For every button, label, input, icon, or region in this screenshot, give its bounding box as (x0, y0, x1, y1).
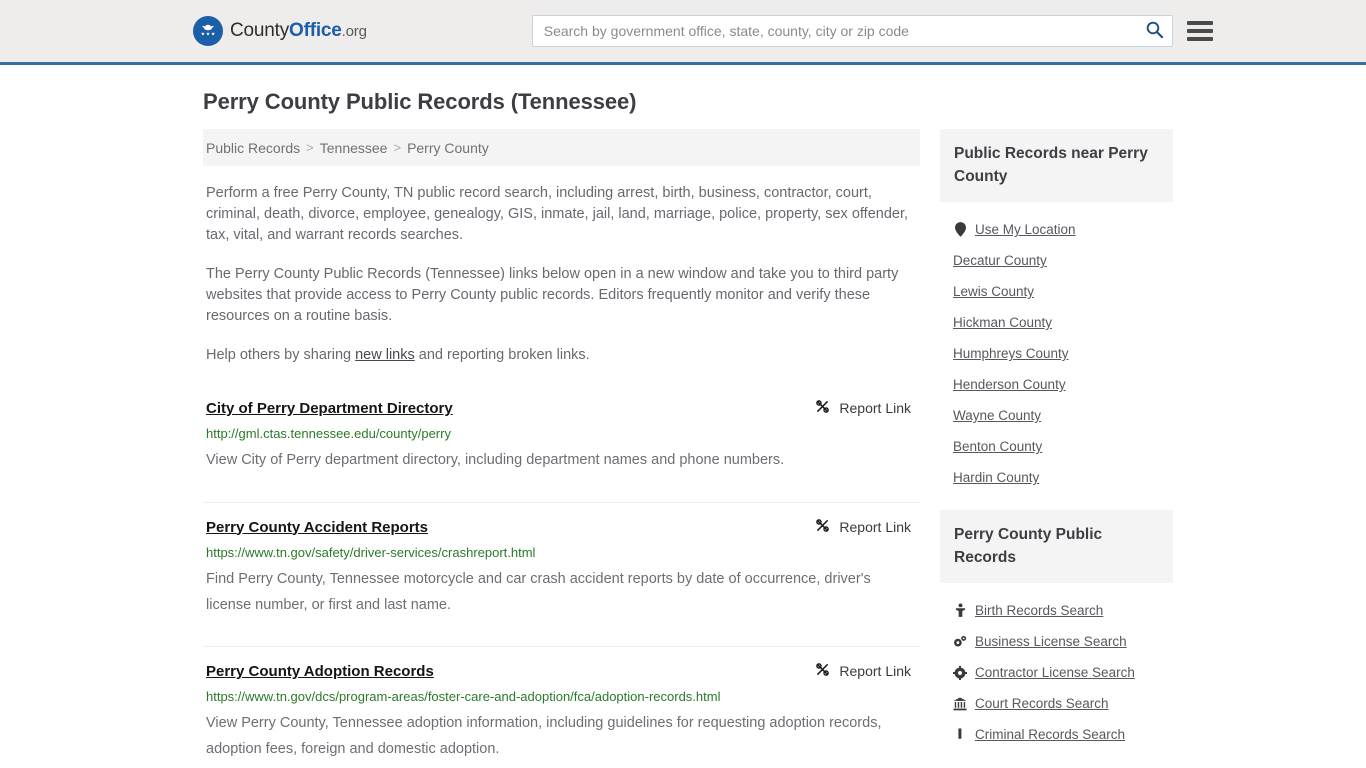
location-pin-icon (953, 222, 967, 237)
gears-icon (953, 635, 967, 649)
sidebar-item-decatur-county[interactable]: Decatur County (953, 253, 1173, 268)
page-body: Perry County Public Records (Tennessee) … (0, 89, 1366, 768)
search-input[interactable] (531, 15, 1173, 47)
listing-item: Perry County Accident Reports Report Lin… (203, 501, 920, 647)
listing-description: Find Perry County, Tennessee motorcycle … (206, 570, 871, 613)
intro-paragraph-2: The Perry County Public Records (Tenness… (206, 266, 899, 324)
listing-url-link[interactable]: http://gml.ctas.tennessee.edu/county/per… (206, 426, 920, 442)
logo-text-office: Office (289, 20, 342, 41)
hamburger-menu-icon-bar (1186, 21, 1213, 25)
logo-text-county: County (230, 20, 290, 41)
search-button[interactable] (1141, 18, 1169, 44)
search-icon (1145, 20, 1164, 42)
page-title: Perry County Public Records (Tennessee) (203, 89, 637, 114)
sidebar-item-label: Decatur County (953, 253, 1047, 268)
nearby-records-card: Public Records near Perry County Use My … (940, 129, 1173, 485)
sidebar: Public Records near Perry County Use My … (940, 129, 1173, 768)
listing-item: Perry County Adoption Records Report Lin… (203, 646, 920, 768)
sidebar-item-label: Hickman County (953, 315, 1053, 330)
listing-url-link[interactable]: https://www.tn.gov/safety/driver-service… (206, 545, 920, 561)
sidebar-item-label: Contractor License Search (975, 665, 1135, 680)
listing-title-link[interactable]: City of Perry Department Directory (206, 400, 453, 418)
county-records-heading: Perry County Public Records (940, 510, 1173, 583)
sidebar-item-humphreys-county[interactable]: Humphreys County (953, 346, 1173, 361)
hamburger-menu-icon-bar (1186, 29, 1213, 33)
breadcrumb: Public Records > Tennessee > Perry Count… (203, 129, 920, 166)
listing-url-link[interactable]: https://www.tn.gov/dcs/program-areas/fos… (206, 689, 920, 705)
sidebar-item-label: Criminal Records Search (975, 727, 1126, 742)
sidebar-item-label: Wayne County (953, 408, 1042, 423)
report-link-button[interactable]: Report Link (815, 399, 920, 417)
sidebar-item-label: Business License Search (975, 634, 1127, 649)
sidebar-item-label: Henderson County (953, 377, 1066, 392)
sidebar-item-contractor-license-search[interactable]: Contractor License Search (953, 665, 1173, 680)
sidebar-item-wayne-county[interactable]: Wayne County (953, 408, 1173, 423)
sidebar-item-label: Birth Records Search (975, 603, 1104, 618)
listing-item: City of Perry Department Directory Repor… (203, 388, 920, 502)
listing-description: View City of Perry department directory,… (206, 452, 785, 468)
report-link-button[interactable]: Report Link (815, 518, 920, 536)
site-logo-text: CountyOffice.org (230, 20, 367, 42)
records-link-list: City of Perry Department Directory Repor… (203, 388, 920, 768)
hamburger-menu-button[interactable] (1186, 17, 1215, 45)
report-link-label: Report Link (839, 518, 911, 535)
site-logo[interactable]: CountyOffice.org (193, 16, 367, 46)
help-suffix-text: and reporting broken links. (414, 347, 590, 363)
breadcrumb-separator: > (393, 140, 402, 155)
report-link-label: Report Link (839, 400, 911, 416)
logo-text-org: .org (341, 23, 367, 40)
listing-title-link[interactable]: Perry County Accident Reports (206, 519, 428, 537)
sidebar-item-hardin-county[interactable]: Hardin County (953, 470, 1173, 485)
breadcrumb-item-perry-county: Perry County (407, 139, 489, 156)
sidebar-item-hickman-county[interactable]: Hickman County (953, 315, 1173, 330)
gear-icon (953, 665, 967, 680)
new-links-link[interactable]: new links (355, 347, 415, 363)
sidebar-item-henderson-county[interactable]: Henderson County (953, 377, 1173, 392)
sidebar-item-label: Lewis County (953, 284, 1035, 299)
listing-title-link[interactable]: Perry County Adoption Records (206, 663, 434, 681)
sidebar-item-label: Court Records Search (975, 696, 1109, 711)
site-header: CountyOffice.org (0, 0, 1366, 65)
sidebar-item-lewis-county[interactable]: Lewis County (953, 284, 1173, 299)
baby-icon (953, 603, 967, 618)
breadcrumb-item-tennessee[interactable]: Tennessee (320, 140, 388, 156)
sidebar-item-benton-county[interactable]: Benton County (953, 439, 1173, 454)
sidebar-item-court-records-search[interactable]: Court Records Search (953, 696, 1173, 711)
search-bar (531, 15, 1173, 47)
gavel-icon (953, 727, 967, 742)
help-others-line: Help others by sharing new links and rep… (206, 345, 920, 366)
sidebar-item-business-license-search[interactable]: Business License Search (953, 634, 1173, 649)
unlink-icon (815, 662, 830, 680)
report-link-label: Report Link (839, 663, 911, 679)
eagle-shield-logo-icon (193, 16, 223, 46)
hamburger-menu-icon-bar (1186, 37, 1213, 41)
sidebar-item-label: Benton County (953, 439, 1043, 454)
breadcrumb-item-public-records[interactable]: Public Records (206, 140, 300, 156)
unlink-icon (815, 518, 830, 536)
report-link-button[interactable]: Report Link (815, 662, 920, 680)
breadcrumb-separator: > (306, 140, 314, 155)
sidebar-item-label: Use My Location (975, 222, 1076, 237)
sidebar-item-label: Humphreys County (953, 346, 1069, 361)
main-content: Public Records > Tennessee > Perry Count… (203, 129, 920, 768)
sidebar-item-use-my-location[interactable]: Use My Location (953, 222, 1173, 237)
intro-paragraph-1: Perform a free Perry County, TN public r… (206, 185, 909, 243)
nearby-records-heading: Public Records near Perry County (940, 129, 1173, 202)
unlink-icon (815, 399, 830, 417)
sidebar-item-criminal-records-search[interactable]: Criminal Records Search (953, 727, 1173, 742)
courthouse-icon (953, 697, 967, 711)
help-prefix-text: Help others by sharing (206, 347, 356, 363)
intro-section: Perform a free Perry County, TN public r… (203, 183, 920, 366)
listing-description: View Perry County, Tennessee adoption in… (206, 715, 882, 757)
sidebar-item-birth-records-search[interactable]: Birth Records Search (953, 603, 1173, 618)
county-records-card: Perry County Public Records Birth Record… (940, 510, 1173, 742)
sidebar-item-label: Hardin County (953, 470, 1040, 485)
